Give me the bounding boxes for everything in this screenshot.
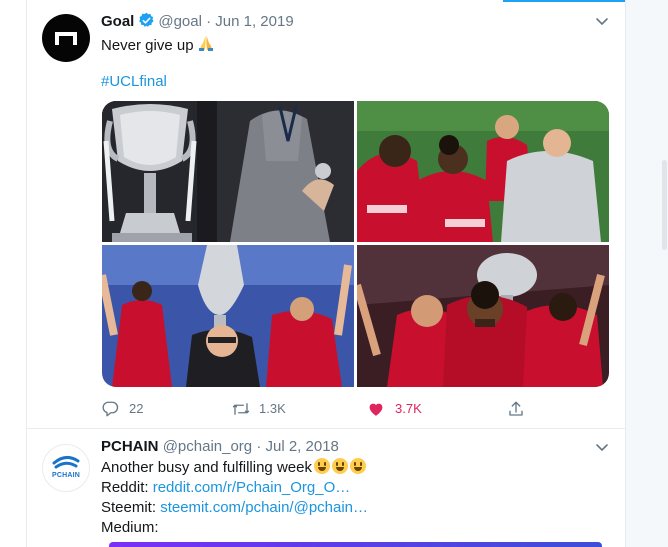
- share-button[interactable]: [507, 399, 531, 419]
- separator-dot: ·: [256, 438, 262, 455]
- chevron-down-icon[interactable]: [593, 12, 611, 30]
- share-icon: [509, 401, 523, 416]
- steemit-label: Steemit:: [101, 499, 157, 516]
- scrollbar-thumb[interactable]: [662, 160, 667, 250]
- tweet-header: PCHAIN @pchain_org · Jul 2, 2018: [101, 437, 339, 457]
- retweet-icon: [232, 403, 250, 415]
- pchain-logo-text: PCHAIN: [51, 472, 81, 479]
- medium-label: Medium:: [101, 519, 159, 536]
- photo-players-pitch-image: [357, 101, 609, 242]
- right-gutter: [626, 0, 668, 547]
- hashtag-link[interactable]: #UCLfinal: [101, 72, 167, 92]
- media-grid[interactable]: [102, 101, 609, 387]
- steemit-line: Steemit: steemit.com/pchain/@pchain…: [101, 498, 368, 518]
- tweet-date[interactable]: Jul 2, 2018: [265, 438, 338, 455]
- tweet-date[interactable]: Jun 1, 2019: [215, 13, 293, 30]
- tweet-text: Never give up: [101, 34, 215, 56]
- pchain-logo-icon: [52, 456, 80, 469]
- photo-salah-trophy-image: [357, 245, 609, 387]
- reddit-link[interactable]: reddit.com/r/Pchain_Org_O…: [153, 479, 351, 496]
- photo-trophy-manager[interactable]: [102, 101, 354, 242]
- verified-badge-icon: [139, 12, 154, 27]
- chevron-down-icon[interactable]: [593, 438, 611, 456]
- grinning-face-emoji-icon: [313, 458, 330, 474]
- steemit-link[interactable]: steemit.com/pchain/@pchain…: [160, 499, 368, 516]
- photo-salah-trophy[interactable]: [357, 245, 609, 387]
- tweet-goal[interactable]: Goal @goal · Jun 1, 2019 Never give up #U…: [27, 0, 625, 429]
- avatar-goal[interactable]: [42, 14, 90, 62]
- tweet-header: Goal @goal · Jun 1, 2019: [101, 12, 294, 32]
- photo-trophy-celebration-image: [102, 245, 354, 387]
- like-button[interactable]: 3.7K: [367, 399, 447, 419]
- avatar-pchain[interactable]: PCHAIN: [42, 444, 90, 492]
- tweet-pchain[interactable]: PCHAIN PCHAIN @pchain_org · Jul 2, 2018 …: [27, 429, 625, 547]
- grinning-face-emoji-icon: [349, 458, 366, 474]
- tweet-text-content: Never give up: [101, 37, 194, 54]
- left-gutter: [0, 0, 26, 547]
- photo-trophy-celebration[interactable]: [102, 245, 354, 387]
- media-preview-edge[interactable]: [109, 542, 602, 547]
- reddit-line: Reddit: reddit.com/r/Pchain_Org_O…: [101, 478, 350, 498]
- reply-icon: [102, 401, 119, 417]
- retweet-button[interactable]: 1.3K: [231, 399, 311, 419]
- author-name[interactable]: PCHAIN: [101, 438, 159, 455]
- photo-players-pitch[interactable]: [357, 101, 609, 242]
- tweet-actions: 22 1.3K 3.7K: [101, 399, 601, 419]
- reddit-label: Reddit:: [101, 479, 149, 496]
- goal-logo-icon: [55, 32, 77, 45]
- reply-count: 22: [129, 401, 144, 416]
- heart-filled-icon: [369, 403, 383, 416]
- tweet-text: Another busy and fulfilling week: [101, 458, 366, 478]
- tweet-text-content: Another busy and fulfilling week: [101, 459, 312, 476]
- like-count: 3.7K: [395, 401, 422, 416]
- author-handle[interactable]: @pchain_org: [163, 438, 252, 455]
- retweet-count: 1.3K: [259, 401, 286, 416]
- medium-line: Medium:: [101, 518, 159, 538]
- author-handle[interactable]: @goal: [158, 13, 202, 30]
- folded-hands-emoji-icon: [198, 36, 213, 51]
- separator-dot: ·: [206, 13, 212, 30]
- author-name[interactable]: Goal: [101, 13, 134, 30]
- reply-button[interactable]: 22: [101, 399, 171, 419]
- photo-trophy-manager-image: [102, 101, 354, 242]
- grinning-face-emoji-icon: [331, 458, 348, 474]
